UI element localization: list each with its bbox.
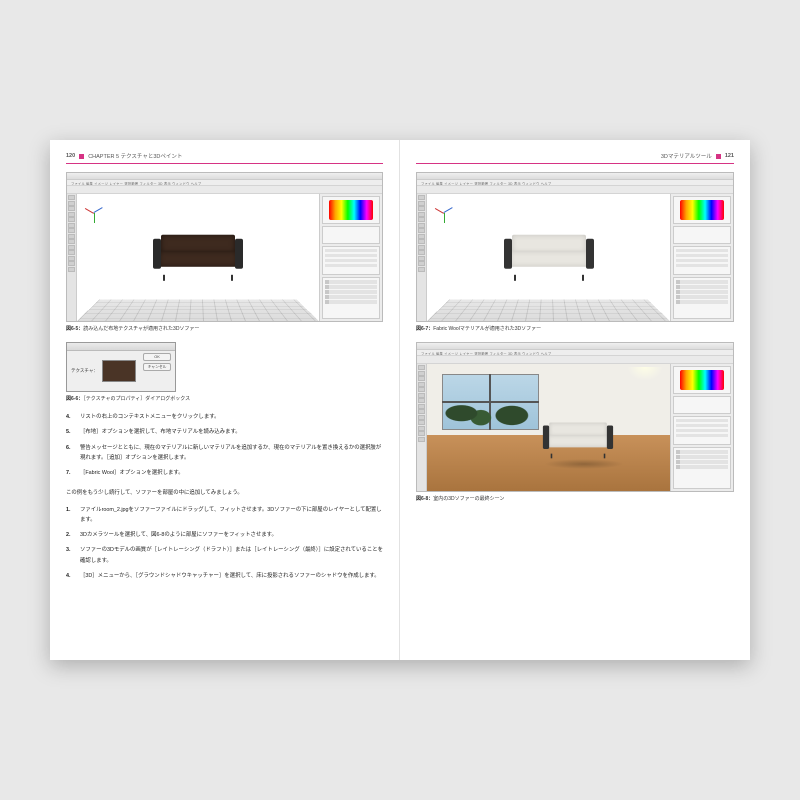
ps-titlebar	[417, 173, 733, 180]
left-page: 120 CHAPTER 5 テクスチャと3Dペイント ファイル 編集 イメージ …	[50, 140, 400, 660]
left-page-number: 120	[66, 153, 75, 159]
dialog-cancel-button[interactable]: キャンセル	[143, 363, 171, 371]
ps-canvas[interactable]	[427, 194, 671, 321]
axis-gizmo-icon	[85, 204, 103, 222]
layers-panel[interactable]	[322, 277, 380, 319]
step-7: 7.［Fabric Wool］オプションを選択します。	[66, 468, 383, 478]
window	[442, 374, 539, 430]
swatches-panel[interactable]	[673, 226, 731, 244]
adjustments-panel[interactable]	[673, 246, 731, 276]
right-page-number: 121	[725, 153, 734, 159]
color-panel[interactable]	[322, 196, 380, 224]
adjustments-panel[interactable]	[673, 416, 731, 446]
header-square-icon	[716, 154, 721, 159]
grid-floor	[427, 299, 670, 321]
step-5: 5.［布地］オプションを選択して、布地マテリアルを読み込みます。	[66, 427, 383, 437]
adjustments-panel[interactable]	[322, 246, 380, 276]
step-b3: 3.ソファーの3Dモデルの画質が［レイトレーシング（ドラフト）］または［レイトレ…	[66, 545, 383, 566]
layers-panel[interactable]	[673, 277, 731, 319]
body-text: 4.リストの右上のコンテキストメニューをクリックします。 5.［布地］オプション…	[66, 412, 383, 581]
ground-shadow	[544, 459, 624, 469]
right-running-head: 3Dマテリアルツール	[661, 152, 712, 160]
ps-options-bar[interactable]	[417, 356, 733, 364]
step-b4: 4.［3D］メニューから、［グラウンドシャドウキャッチャー］を選択して、床に投影…	[66, 571, 383, 581]
ps-canvas[interactable]	[77, 194, 320, 321]
dialog-titlebar	[67, 343, 175, 351]
sofa-brown	[153, 233, 243, 281]
room-scene	[427, 364, 670, 491]
ps-titlebar	[67, 173, 382, 180]
swatches-panel[interactable]	[673, 396, 731, 414]
right-page: 3Dマテリアルツール 121 ファイル 編集 イメージ レイヤー 選択範囲 フィ…	[400, 140, 750, 660]
figure-6-6-caption: 図6-6：［テクスチャのプロパティ］ダイアログボックス	[66, 395, 383, 402]
book-spread: 120 CHAPTER 5 テクスチャと3Dペイント ファイル 編集 イメージ …	[50, 140, 750, 660]
figure-6-8-screenshot: ファイル 編集 イメージ レイヤー 選択範囲 フィルター 3D 表示 ウィンドウ…	[416, 342, 734, 492]
grid-floor	[77, 299, 319, 321]
left-header: 120 CHAPTER 5 テクスチャと3Dペイント	[66, 152, 383, 164]
figure-6-7-caption: 図6-7：Fabric Woolマテリアルが適用された3Dソファー	[416, 325, 734, 332]
step-list-a: 4.リストの右上のコンテキストメニューをクリックします。 5.［布地］オプション…	[66, 412, 383, 478]
ceiling-light	[627, 367, 663, 381]
color-panel[interactable]	[673, 366, 731, 394]
step-b1: 1.ファイルroom_2.jpgをソファーファイルにドラッグして、フィットさせま…	[66, 505, 383, 526]
figure-6-8-caption: 図6-8：室内の3Dソファーの最終シーン	[416, 495, 734, 502]
ps-panel-dock[interactable]	[671, 194, 733, 321]
ps-panel-dock[interactable]	[671, 364, 733, 491]
sofa-white	[504, 233, 594, 281]
right-header: 3Dマテリアルツール 121	[416, 152, 734, 164]
step-4: 4.リストの右上のコンテキストメニューをクリックします。	[66, 412, 383, 422]
ps-panel-dock[interactable]	[320, 194, 382, 321]
paragraph: この例をもう少し続行して、ソファーを部屋の中に追加してみましょう。	[66, 488, 383, 498]
left-chapter-title: CHAPTER 5 テクスチャと3Dペイント	[88, 152, 182, 160]
figure-6-7-screenshot: ファイル 編集 イメージ レイヤー 選択範囲 フィルター 3D 表示 ウィンドウ…	[416, 172, 734, 322]
figure-6-5-caption: 図6-5：読み込んだ布地テクスチャが適用された3Dソファー	[66, 325, 383, 332]
texture-swatch[interactable]	[102, 360, 136, 382]
ps-toolbox[interactable]	[417, 364, 427, 491]
ps-canvas[interactable]	[427, 364, 671, 491]
ps-toolbox[interactable]	[67, 194, 77, 321]
ps-options-bar[interactable]	[417, 186, 733, 194]
ps-options-bar[interactable]	[67, 186, 382, 194]
sofa-in-room	[543, 421, 613, 458]
header-square-icon	[79, 154, 84, 159]
figure-6-5-screenshot: ファイル 編集 イメージ レイヤー 選択範囲 フィルター 3D 表示 ウィンドウ…	[66, 172, 383, 322]
swatches-panel[interactable]	[322, 226, 380, 244]
color-panel[interactable]	[673, 196, 731, 224]
ps-titlebar	[417, 343, 733, 350]
figure-6-6-dialog: テクスチャ： OK キャンセル	[66, 342, 176, 392]
dialog-texture-label: テクスチャ：	[71, 368, 98, 374]
step-b2: 2.3Dカメラツールを選択して、図6-8のように部屋にソファーをフィットさせます…	[66, 530, 383, 540]
step-list-b: 1.ファイルroom_2.jpgをソファーファイルにドラッグして、フィットさせま…	[66, 505, 383, 582]
ps-toolbox[interactable]	[417, 194, 427, 321]
step-6: 6.警告メッセージとともに、現在のマテリアルに新しいマテリアルを追加するか、現在…	[66, 443, 383, 464]
layers-panel[interactable]	[673, 447, 731, 489]
dialog-ok-button[interactable]: OK	[143, 353, 171, 361]
axis-gizmo-icon	[435, 204, 453, 222]
